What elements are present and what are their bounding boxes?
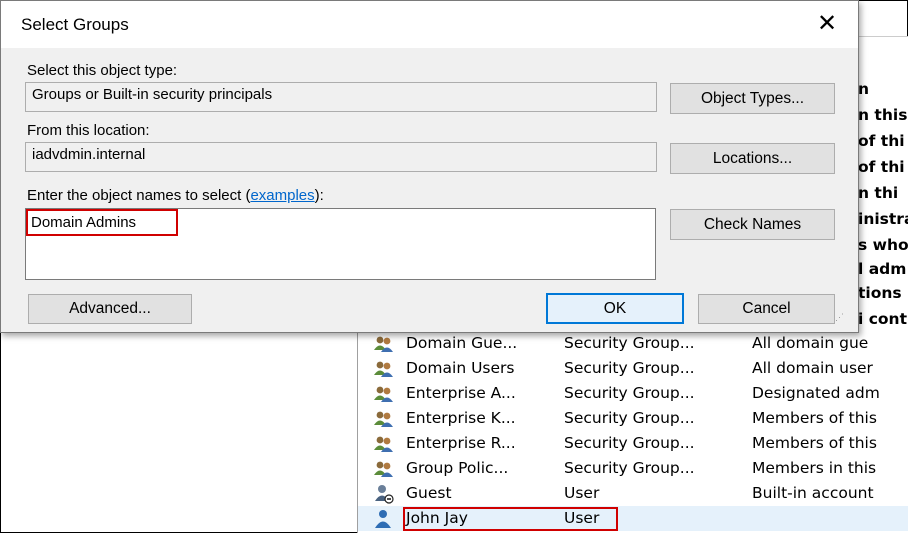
object-types-button[interactable]: Object Types... <box>670 83 835 114</box>
row-type: User <box>564 484 600 502</box>
user-highlight-box <box>403 507 618 531</box>
list-item[interactable]: Enterprise A... Security Group... Design… <box>358 381 908 406</box>
row-description: Designated adm <box>752 384 880 402</box>
partial-desc-text: n thi <box>858 184 899 202</box>
object-names-label-suffix: ): <box>314 187 324 204</box>
names-highlight-box <box>26 209 178 236</box>
object-type-label: Select this object type: <box>27 62 178 79</box>
resize-grip-icon[interactable]: ⋰ <box>835 313 847 326</box>
row-description: Built-in account <box>752 484 874 502</box>
partial-desc-text: of thi <box>858 132 905 150</box>
row-type: Security Group... <box>564 384 695 402</box>
location-label: From this location: <box>27 122 150 139</box>
row-name: Group Polic... <box>406 459 509 477</box>
row-type: Security Group... <box>564 409 695 427</box>
background-toolbar-strip <box>858 36 908 68</box>
partial-desc-text: n this <box>858 106 908 124</box>
location-field: iadvdmin.internal <box>25 142 657 172</box>
object-type-value: Groups or Built-in security principals <box>32 86 273 103</box>
row-description: All domain user <box>752 359 873 377</box>
group-icon <box>374 359 394 379</box>
partial-desc-text: tions <box>858 284 902 302</box>
row-type: Security Group... <box>564 334 695 352</box>
list-item[interactable]: Domain Users Security Group... All domai… <box>358 356 908 381</box>
locations-button[interactable]: Locations... <box>670 143 835 174</box>
ok-button[interactable]: OK <box>546 293 684 324</box>
row-type: Security Group... <box>564 359 695 377</box>
row-name: Enterprise K... <box>406 409 516 427</box>
partial-desc-text: s who <box>858 236 908 254</box>
object-type-field: Groups or Built-in security principals <box>25 82 657 112</box>
partial-desc-text: inistra <box>858 210 908 228</box>
select-groups-dialog: Select Groups ✕ Select this object type:… <box>0 0 859 333</box>
row-name: Guest <box>406 484 452 502</box>
list-item[interactable]: Guest User Built-in account <box>358 481 908 506</box>
partial-desc-text: n <box>858 80 870 98</box>
user-icon <box>374 509 394 529</box>
row-name: Enterprise R... <box>406 434 516 452</box>
dialog-titlebar[interactable]: Select Groups ✕ <box>1 1 858 48</box>
list-item[interactable]: Enterprise K... Security Group... Member… <box>358 406 908 431</box>
partial-desc-text: i cont <box>858 310 907 328</box>
row-type: Security Group... <box>564 459 695 477</box>
advanced-button[interactable]: Advanced... <box>28 294 192 324</box>
row-description: All domain gue <box>752 334 869 352</box>
partial-desc-text: l adm <box>858 260 907 278</box>
examples-link[interactable]: examples <box>250 187 314 204</box>
row-description: Members of this <box>752 434 877 452</box>
location-value: iadvdmin.internal <box>32 146 146 163</box>
group-icon <box>374 334 394 354</box>
row-name: Enterprise A... <box>406 384 516 402</box>
list-item[interactable]: Group Polic... Security Group... Members… <box>358 456 908 481</box>
object-names-label: Enter the object names to select (exampl… <box>27 187 324 204</box>
group-icon <box>374 409 394 429</box>
close-icon[interactable]: ✕ <box>813 9 841 37</box>
row-name: Domain Gue... <box>406 334 518 352</box>
list-item[interactable]: Enterprise R... Security Group... Member… <box>358 431 908 456</box>
partial-desc-text: of thi <box>858 158 905 176</box>
list-item[interactable]: Domain Gue... Security Group... All doma… <box>358 331 908 356</box>
group-icon <box>374 434 394 454</box>
object-names-label-text: Enter the object names to select ( <box>27 187 251 204</box>
row-name: Domain Users <box>406 359 515 377</box>
check-names-button[interactable]: Check Names <box>670 209 835 240</box>
cancel-button[interactable]: Cancel <box>698 294 835 324</box>
group-icon <box>374 459 394 479</box>
row-type: Security Group... <box>564 434 695 452</box>
dialog-title: Select Groups <box>21 15 129 34</box>
row-description: Members of this <box>752 409 877 427</box>
row-description: Members in this <box>752 459 877 477</box>
group-icon <box>374 384 394 404</box>
user-disabled-icon <box>374 484 394 504</box>
